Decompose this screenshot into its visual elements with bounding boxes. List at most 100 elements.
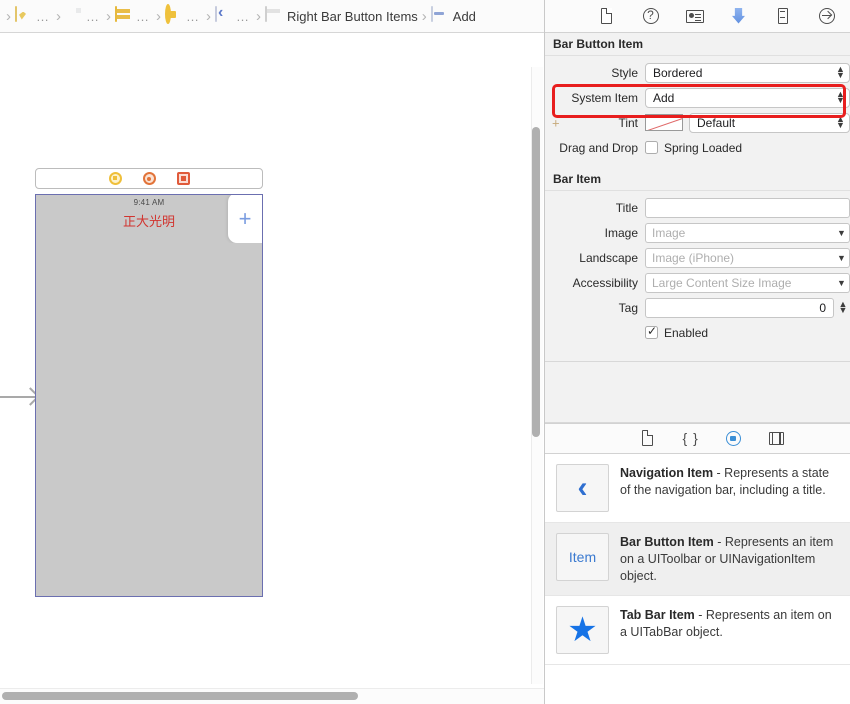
attributes-inspector-icon[interactable] bbox=[728, 6, 749, 27]
xcode-window: › … › … › … › … › … bbox=[0, 0, 850, 704]
view-controller-icon[interactable] bbox=[108, 172, 122, 185]
tag-stepper[interactable]: ▲ ▼ bbox=[836, 298, 850, 318]
tint-color-well[interactable] bbox=[645, 114, 683, 131]
section-header-bar-item: Bar Item bbox=[545, 168, 850, 191]
list-item[interactable]: ‹ Navigation Item - Represents a state o… bbox=[545, 454, 850, 523]
title-input[interactable] bbox=[645, 197, 850, 218]
row-style: Style Bordered ▲ ▼ bbox=[545, 60, 850, 85]
bar-item-properties: Title Image Image ▼ Landscape Image (iPh… bbox=[545, 191, 850, 353]
quick-help-inspector-icon[interactable]: ? bbox=[640, 6, 661, 27]
tag-input[interactable]: 0 bbox=[645, 297, 834, 318]
canvas-vertical-scrollbar-thumb[interactable] bbox=[532, 127, 540, 437]
chevron-updown-icon: ▲ ▼ bbox=[836, 113, 845, 130]
storyboard-canvas[interactable]: 9:41 AM 正大光明 + bbox=[0, 33, 544, 704]
file-template-library-icon[interactable] bbox=[638, 429, 657, 448]
breadcrumb-label: … bbox=[136, 8, 150, 24]
file-inspector-icon[interactable] bbox=[596, 6, 617, 27]
chevron-down-icon[interactable]: ▼ bbox=[834, 272, 850, 293]
navigation-bar-icon bbox=[215, 5, 232, 26]
enabled-checkbox[interactable] bbox=[645, 324, 658, 339]
breadcrumb-item-right-bar-button-items[interactable]: Right Bar Button Items bbox=[265, 5, 418, 26]
scene-dock[interactable] bbox=[35, 168, 263, 189]
object-library-icon[interactable] bbox=[724, 429, 743, 448]
breadcrumb-label: … bbox=[236, 8, 250, 24]
image-input[interactable]: Image bbox=[645, 222, 834, 243]
image-label: Image bbox=[604, 225, 638, 240]
tint-label: Tint bbox=[618, 115, 638, 130]
initial-viewcontroller-arrow-icon bbox=[0, 396, 36, 398]
row-landscape: Landscape Image (iPhone) ▼ bbox=[545, 245, 850, 270]
bar-button-item-properties: Style Bordered ▲ ▼ System Item Add ▲ ▼ +… bbox=[545, 56, 850, 168]
chevron-down-icon[interactable]: ▼ bbox=[834, 222, 850, 243]
canvas-horizontal-scrollbar-track[interactable] bbox=[0, 688, 544, 704]
row-system-item: System Item Add ▲ ▼ bbox=[545, 85, 850, 110]
style-popup-button[interactable]: Bordered ▲ ▼ bbox=[645, 62, 850, 83]
add-plus-icon[interactable]: + bbox=[239, 208, 252, 230]
canvas-horizontal-scrollbar-thumb[interactable] bbox=[2, 692, 358, 700]
list-item[interactable]: ★ Tab Bar Item - Represents an item on a… bbox=[545, 596, 850, 665]
size-inspector-icon[interactable] bbox=[772, 6, 793, 27]
breadcrumb-label: Right Bar Button Items bbox=[287, 8, 418, 24]
library-item-title: Tab Bar Item bbox=[620, 607, 695, 622]
storyboard-icon bbox=[115, 5, 132, 26]
spring-loaded-checkbox[interactable] bbox=[645, 141, 658, 154]
library-list[interactable]: ‹ Navigation Item - Represents a state o… bbox=[545, 454, 850, 704]
bar-button-item-icon bbox=[430, 5, 448, 26]
breadcrumb-item-navigation-bar[interactable]: … bbox=[215, 5, 252, 26]
breadcrumb-item-document[interactable]: … bbox=[65, 7, 102, 26]
breadcrumb: › … › … › … › … › … bbox=[0, 0, 544, 33]
navigation-bar[interactable]: 9:41 AM 正大光明 + bbox=[36, 195, 262, 243]
tint-value: Default bbox=[697, 115, 736, 130]
row-enabled: Enabled bbox=[545, 320, 850, 345]
add-variation-icon[interactable]: + bbox=[552, 116, 560, 129]
row-tag: Tag 0 ▲ ▼ bbox=[545, 295, 850, 320]
document-icon bbox=[65, 7, 82, 26]
inspector-tab-bar: ? bbox=[545, 0, 850, 33]
breadcrumb-item-storyboard[interactable]: … bbox=[115, 5, 152, 26]
identity-inspector-icon[interactable] bbox=[684, 6, 705, 27]
enabled-label: Enabled bbox=[664, 325, 709, 340]
row-image: Image Image ▼ bbox=[545, 220, 850, 245]
editor-pane: › … › … › … › … › … bbox=[0, 0, 545, 704]
title-label: Title bbox=[615, 200, 638, 215]
chevron-left-icon: ‹ bbox=[556, 464, 609, 512]
row-title: Title bbox=[545, 195, 850, 220]
breadcrumb-label: … bbox=[186, 8, 200, 24]
row-tint: + Tint Default ▲ ▼ bbox=[545, 110, 850, 135]
exit-icon[interactable] bbox=[176, 172, 190, 185]
accessibility-label: Accessibility bbox=[572, 275, 638, 290]
first-responder-icon[interactable] bbox=[142, 172, 156, 185]
device-content-area bbox=[36, 243, 262, 596]
style-value: Bordered bbox=[653, 65, 703, 80]
tint-popup-button[interactable]: Default ▲ ▼ bbox=[689, 112, 850, 133]
media-library-icon[interactable] bbox=[767, 429, 786, 448]
breadcrumb-chevron-icon: › bbox=[56, 7, 61, 25]
inspector-empty-area bbox=[545, 361, 850, 423]
device-preview[interactable]: 9:41 AM 正大光明 + bbox=[35, 194, 263, 597]
code-snippet-library-icon[interactable]: { } bbox=[681, 429, 700, 448]
selected-bar-button-overlay[interactable]: + bbox=[228, 195, 262, 243]
canvas-vertical-scrollbar-track[interactable] bbox=[531, 67, 543, 684]
swift-file-icon bbox=[15, 5, 32, 26]
list-item[interactable]: Item Bar Button Item - Represents an ite… bbox=[545, 523, 850, 596]
breadcrumb-chevron-icon: › bbox=[156, 7, 161, 25]
landscape-input[interactable]: Image (iPhone) bbox=[645, 247, 834, 268]
breadcrumb-label: … bbox=[86, 8, 100, 24]
chevron-down-icon[interactable]: ▼ bbox=[834, 247, 850, 268]
view-controller-icon bbox=[165, 3, 182, 26]
drag-and-drop-label: Drag and Drop bbox=[559, 140, 638, 155]
chevron-updown-icon: ▲ ▼ bbox=[836, 88, 845, 105]
accessibility-input[interactable]: Large Content Size Image bbox=[645, 272, 834, 293]
connections-inspector-icon[interactable] bbox=[816, 6, 837, 27]
breadcrumb-item-view-controller[interactable]: … bbox=[165, 3, 202, 26]
system-item-value: Add bbox=[653, 90, 675, 105]
section-header-bar-button-item: Bar Button Item bbox=[545, 33, 850, 56]
breadcrumb-chevron-icon: › bbox=[256, 7, 261, 25]
view-controller-scene[interactable]: 9:41 AM 正大光明 + bbox=[35, 168, 263, 597]
library-item-title: Navigation Item bbox=[620, 466, 714, 480]
star-icon: ★ bbox=[556, 605, 609, 654]
breadcrumb-item-add[interactable]: Add bbox=[430, 5, 476, 26]
navigation-item-icon bbox=[265, 5, 282, 26]
breadcrumb-item-swift-file[interactable]: … bbox=[15, 5, 52, 26]
system-item-popup-button[interactable]: Add ▲ ▼ bbox=[645, 87, 850, 108]
